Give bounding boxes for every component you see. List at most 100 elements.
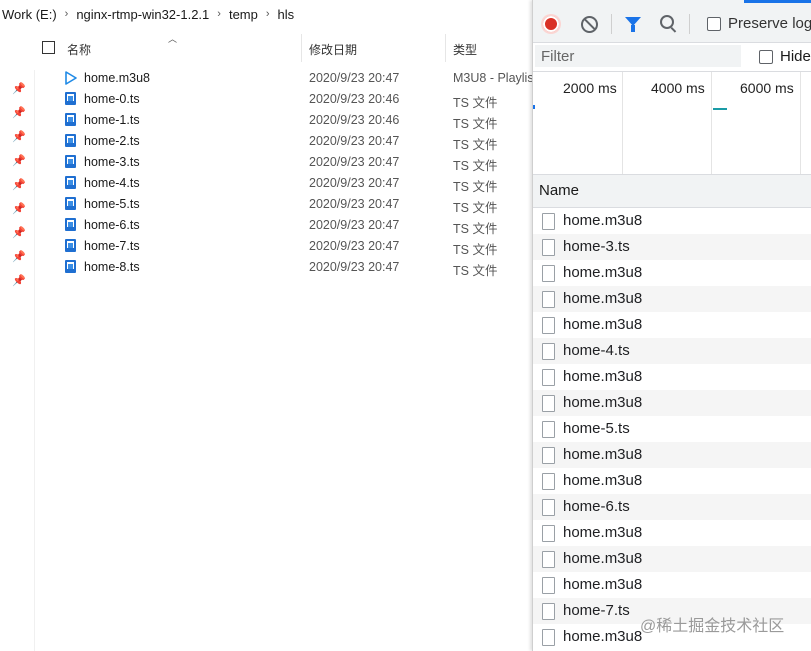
file-row[interactable]: home.m3u8 2020/9/23 20:47 M3U8 - Playlist (34, 68, 532, 89)
timeline-gridline (711, 72, 712, 174)
pin-icon[interactable]: 📌 (12, 130, 26, 144)
column-divider[interactable] (301, 34, 302, 62)
request-row[interactable]: home.m3u8 (533, 390, 811, 416)
request-name: home-5.ts (563, 420, 630, 437)
request-row[interactable]: home-6.ts (533, 494, 811, 520)
chevron-right-icon[interactable]: › (63, 8, 71, 20)
preserve-log-label[interactable]: Preserve log (728, 15, 811, 32)
file-row[interactable]: home-7.ts 2020/9/23 20:47 TS 文件 (34, 236, 532, 257)
filter-bar: Hide (533, 43, 811, 72)
file-date: 2020/9/23 20:46 (309, 113, 400, 127)
request-name: home.m3u8 (563, 628, 643, 645)
timeline-tick: 4000 ms (651, 80, 705, 96)
preserve-log-checkbox[interactable] (707, 17, 721, 31)
chevron-right-icon[interactable]: › (215, 8, 223, 20)
file-date: 2020/9/23 20:47 (309, 71, 400, 85)
hide-data-urls-checkbox[interactable] (759, 50, 773, 64)
file-date: 2020/9/23 20:47 (309, 260, 400, 274)
document-icon (542, 499, 555, 516)
file-row[interactable]: home-3.ts 2020/9/23 20:47 TS 文件 (34, 152, 532, 173)
request-row[interactable]: home.m3u8 (533, 572, 811, 598)
file-name: home-0.ts (84, 92, 140, 106)
pin-icon[interactable]: 📌 (12, 226, 26, 240)
file-name: home-6.ts (84, 218, 140, 232)
request-name: home-6.ts (563, 498, 630, 515)
file-row[interactable]: home-4.ts 2020/9/23 20:47 TS 文件 (34, 173, 532, 194)
column-date[interactable]: 修改日期 (309, 41, 357, 58)
document-icon (542, 343, 555, 360)
file-type: TS 文件 (453, 243, 498, 257)
breadcrumb: Work (E:) › nginx-rtmp-win32-1.2.1 › tem… (0, 0, 532, 28)
request-row[interactable]: home.m3u8 (533, 260, 811, 286)
record-icon[interactable] (543, 16, 559, 32)
filter-icon[interactable] (625, 17, 641, 32)
name-column-header[interactable]: Name (539, 182, 579, 199)
request-row[interactable]: home.m3u8 (533, 546, 811, 572)
pin-icon[interactable]: 📌 (12, 250, 26, 264)
clear-icon[interactable] (581, 16, 598, 33)
file-type: TS 文件 (453, 117, 498, 131)
column-divider[interactable] (445, 34, 446, 62)
play-icon (65, 71, 77, 85)
file-date: 2020/9/23 20:47 (309, 134, 400, 148)
column-type[interactable]: 类型 (453, 41, 477, 58)
search-icon[interactable] (660, 15, 674, 29)
quick-access-pins: 📌 📌 📌 📌 📌 📌 📌 📌 📌 (0, 70, 35, 651)
request-list: home.m3u8 home-3.ts home.m3u8 home.m3u8 home… (533, 208, 811, 650)
request-row[interactable]: home.m3u8 (533, 468, 811, 494)
ts-file-icon (65, 113, 76, 126)
document-icon (542, 239, 555, 256)
document-icon (542, 551, 555, 568)
request-row[interactable]: home.m3u8 (533, 286, 811, 312)
file-name: home-8.ts (84, 260, 140, 274)
request-row[interactable]: home-3.ts (533, 234, 811, 260)
request-name: home.m3u8 (563, 264, 643, 281)
document-icon (542, 473, 555, 490)
pin-icon[interactable]: 📌 (12, 82, 26, 96)
file-type: TS 文件 (453, 159, 498, 173)
pin-icon[interactable]: 📌 (12, 178, 26, 192)
file-date: 2020/9/23 20:47 (309, 197, 400, 211)
request-row[interactable]: home.m3u8 (533, 364, 811, 390)
request-name: home-3.ts (563, 238, 630, 255)
file-row[interactable]: home-8.ts 2020/9/23 20:47 TS 文件 (34, 257, 532, 278)
pin-icon[interactable]: 📌 (12, 106, 26, 120)
request-row[interactable]: home.m3u8 (533, 442, 811, 468)
column-name[interactable]: 名称 (67, 41, 91, 58)
sort-up-icon: ︿ (168, 34, 178, 44)
file-row[interactable]: home-5.ts 2020/9/23 20:47 TS 文件 (34, 194, 532, 215)
request-row[interactable]: home.m3u8 (533, 520, 811, 546)
request-row[interactable]: home-4.ts (533, 338, 811, 364)
file-name: home-3.ts (84, 155, 140, 169)
timeline-tick: 6000 ms (740, 80, 794, 96)
pin-icon[interactable]: 📌 (12, 274, 26, 288)
file-type: TS 文件 (453, 264, 498, 278)
pin-icon[interactable]: 📌 (12, 154, 26, 168)
breadcrumb-drive[interactable]: Work (E:) (0, 7, 63, 22)
file-row[interactable]: home-0.ts 2020/9/23 20:46 TS 文件 (34, 89, 532, 110)
file-type: TS 文件 (453, 201, 498, 215)
filter-input[interactable] (535, 45, 741, 67)
request-row[interactable]: home.m3u8 (533, 208, 811, 234)
file-date: 2020/9/23 20:46 (309, 92, 400, 106)
file-row[interactable]: home-6.ts 2020/9/23 20:47 TS 文件 (34, 215, 532, 236)
timeline-gridline (622, 72, 623, 174)
select-all-checkbox[interactable] (42, 41, 55, 54)
file-row[interactable]: home-2.ts 2020/9/23 20:47 TS 文件 (34, 131, 532, 152)
hide-label[interactable]: Hide (780, 48, 811, 65)
file-name: home-7.ts (84, 239, 140, 253)
active-tab-indicator (744, 0, 811, 3)
request-row[interactable]: home.m3u8 (533, 312, 811, 338)
timeline-request-bar (713, 108, 727, 110)
toolbar-divider (689, 14, 690, 34)
pin-icon[interactable]: 📌 (12, 202, 26, 216)
breadcrumb-folder-hls[interactable]: hls (272, 7, 301, 22)
file-row[interactable]: home-1.ts 2020/9/23 20:46 TS 文件 (34, 110, 532, 131)
request-name: home.m3u8 (563, 316, 643, 333)
timeline-overview[interactable]: 2000 ms 4000 ms 6000 ms (533, 72, 811, 175)
breadcrumb-folder-nginx[interactable]: nginx-rtmp-win32-1.2.1 (70, 7, 215, 22)
request-row[interactable]: home-5.ts (533, 416, 811, 442)
chevron-right-icon[interactable]: › (264, 8, 272, 20)
file-date: 2020/9/23 20:47 (309, 239, 400, 253)
breadcrumb-folder-temp[interactable]: temp (223, 7, 264, 22)
